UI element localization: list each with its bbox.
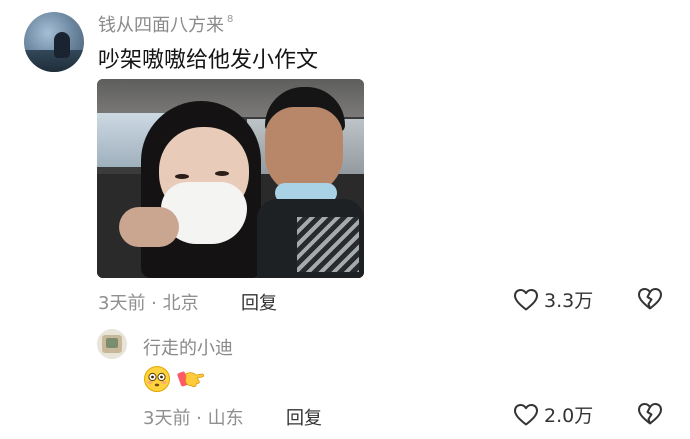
reply-time-location: 3天前 · 山东: [143, 408, 244, 429]
comment-author-name: 钱从四面八方来: [98, 15, 224, 36]
avatar[interactable]: [24, 12, 84, 72]
photo-man-face: [265, 107, 343, 195]
author-level-badge: 8: [227, 14, 234, 25]
reply-button[interactable]: 回复: [241, 289, 277, 315]
photo-hand: [119, 207, 179, 247]
comment-photo[interactable]: [97, 79, 364, 278]
reply-like-count: 2.0万: [544, 405, 594, 427]
reply-text: [143, 365, 205, 393]
reply-author[interactable]: 行走的小迪: [143, 334, 233, 360]
comment-time-location: 3天前 · 北京: [98, 293, 199, 314]
flushed-face-emoji: [144, 366, 170, 392]
like-count: 3.3万: [544, 290, 594, 312]
reply-avatar[interactable]: [97, 329, 127, 359]
comment-text: 吵架嗷嗷给他发小作文: [98, 48, 319, 73]
like-button[interactable]: 3.3万: [513, 286, 593, 313]
pointing-hand-emoji: [177, 371, 204, 388]
dislike-button[interactable]: [637, 287, 663, 315]
reply-dislike-button[interactable]: [637, 402, 663, 430]
reply-like-button[interactable]: 2.0万: [513, 401, 593, 428]
broken-heart-icon: [638, 288, 662, 310]
reply-reply-button[interactable]: 回复: [286, 404, 322, 430]
reply-avatar-picture: [106, 338, 118, 348]
heart-outline-icon: [514, 403, 538, 425]
heart-outline-icon: [514, 288, 538, 310]
photo-woman-eye-right: [215, 171, 229, 176]
comment-thread: 钱从四面八方来 8 吵架嗷嗷给他发小作文 3天前 · 北京 回复 3.3万 行走…: [0, 0, 690, 439]
comment-author[interactable]: 钱从四面八方来 8: [98, 11, 233, 37]
broken-heart-icon: [638, 403, 662, 425]
avatar-figure: [54, 32, 70, 58]
photo-woman-eye-left: [175, 174, 189, 179]
photo-shirt-print: [297, 217, 359, 272]
